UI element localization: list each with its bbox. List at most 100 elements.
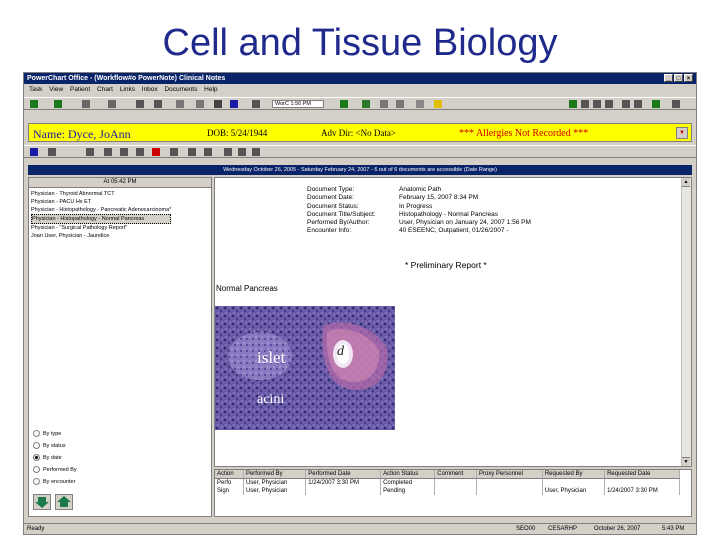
column-header[interactable]: Comment [434, 470, 477, 479]
chart-icon[interactable] [108, 100, 116, 108]
menu-patient[interactable]: Patient [70, 85, 90, 95]
column-header[interactable]: Requested By [542, 470, 606, 479]
modify-icon[interactable] [136, 148, 144, 156]
notes-toolbar [24, 145, 696, 158]
sort-label: By status [43, 443, 66, 449]
previous-document-button[interactable] [55, 494, 73, 510]
menu-help[interactable]: Help [204, 85, 217, 95]
back-icon[interactable] [30, 100, 38, 108]
meta-label: Encounter Info: [307, 227, 352, 235]
status-date: October 26, 2007 [594, 526, 641, 532]
document-list-item[interactable]: Physician - PACU Hx ET [31, 198, 171, 206]
new-document-icon[interactable] [86, 148, 94, 156]
minimize-button[interactable]: _ [664, 74, 673, 82]
sign-icon[interactable] [120, 148, 128, 156]
table-cell [434, 487, 477, 495]
column-header[interactable]: Action Status [380, 470, 436, 479]
globe-icon[interactable] [362, 100, 370, 108]
refresh-icon[interactable] [605, 100, 613, 108]
message-icon[interactable] [196, 100, 204, 108]
star-icon[interactable] [434, 100, 442, 108]
lab-icon[interactable] [652, 100, 660, 108]
exit-icon[interactable] [672, 100, 680, 108]
forward-document-icon[interactable] [104, 148, 112, 156]
menu-inbox[interactable]: Inbox [142, 85, 158, 95]
menu-chart[interactable]: Chart [97, 85, 113, 95]
document-list: Physician - Thyroid Abnormal TCT Physici… [31, 190, 172, 240]
menu-view[interactable]: View [49, 85, 63, 95]
print-note-icon[interactable] [204, 148, 212, 156]
table-cell: 1/24/2007 3:30 PM [604, 487, 680, 495]
document-list-item[interactable]: Physician - "Surgical Pathology Report" [31, 224, 171, 232]
delete-icon[interactable] [152, 148, 160, 156]
islet-label: islet [257, 348, 286, 367]
sort-by-type[interactable]: By type [33, 428, 77, 440]
note-icon[interactable] [188, 148, 196, 156]
mail-icon[interactable] [634, 100, 642, 108]
notes-icon[interactable] [380, 100, 388, 108]
document-icon[interactable] [230, 100, 238, 108]
printer-icon[interactable] [252, 100, 260, 108]
sort-by-date[interactable]: By date [33, 452, 77, 464]
tools-icon[interactable] [340, 100, 348, 108]
orders-icon[interactable] [396, 100, 404, 108]
preview-icon[interactable] [224, 148, 232, 156]
status-machine: CESARHP [548, 526, 578, 532]
help-icon[interactable] [593, 100, 601, 108]
date-range-bar: Wednesday October 26, 2005 - Saturday Fe… [28, 165, 692, 175]
column-header[interactable]: Proxy Personnel [476, 470, 543, 479]
list-icon[interactable] [581, 100, 589, 108]
banner-dropdown-button[interactable]: ▼ [676, 127, 688, 139]
table-row[interactable]: Perfo User, Physician 1/24/2007 3:30 PM … [215, 478, 680, 487]
new-note-icon[interactable] [622, 100, 630, 108]
close-button[interactable]: × [684, 74, 693, 82]
column-header[interactable]: Action [215, 470, 244, 479]
layout-icon[interactable] [48, 148, 56, 156]
sort-by-performed[interactable]: Performed By [33, 464, 77, 476]
document-list-item[interactable]: Joan User, Physician - Jaundice [31, 232, 171, 240]
document-list-item-selected[interactable]: Physician - Histopathology - Normal Panc… [31, 214, 172, 224]
meta-value: In Progress [399, 202, 433, 210]
inbox-icon[interactable] [176, 100, 184, 108]
document-metadata-labels: Document Type: Document Date: Document S… [307, 186, 376, 236]
arrow-down-icon [35, 497, 49, 508]
print-icon[interactable] [136, 100, 144, 108]
calendar-icon[interactable] [154, 100, 162, 108]
menu-links[interactable]: Links [120, 85, 135, 95]
table-cell: Completed [380, 478, 436, 487]
grid-icon[interactable] [214, 100, 222, 108]
actions-header-row: Action Performed By Performed Date Actio… [215, 470, 680, 479]
review-icon[interactable] [170, 148, 178, 156]
next-document-button[interactable] [33, 494, 51, 510]
document-list-item[interactable]: Physician - Histopathology - Pancreatic … [31, 206, 171, 214]
sort-by-status[interactable]: By status [33, 440, 77, 452]
table-cell: Perfo [215, 478, 244, 487]
sort-label: By type [43, 431, 62, 437]
results-icon[interactable] [416, 100, 424, 108]
duct-label: d [337, 344, 344, 359]
status-text: Ready [27, 526, 45, 532]
column-header[interactable]: Performed Date [305, 470, 382, 479]
document-scrollbar[interactable]: ▲ ▼ [681, 178, 691, 466]
menu-task[interactable]: Task [29, 85, 42, 95]
document-list-item[interactable]: Physician - Thyroid Abnormal TCT [31, 190, 171, 198]
patient-list-icon[interactable] [82, 100, 90, 108]
radio-icon [33, 466, 40, 474]
maximize-button[interactable]: □ [674, 74, 683, 82]
column-header[interactable]: Performed By [243, 470, 307, 479]
radio-selected-icon [33, 454, 40, 462]
sort-label: By date [43, 455, 62, 461]
column-header[interactable]: Requested Date [604, 470, 680, 479]
table-row[interactable]: Sign User, Physician Pending User, Physi… [215, 487, 680, 495]
save-icon[interactable] [252, 148, 260, 156]
scroll-down-icon[interactable]: ▼ [682, 457, 690, 466]
toolbar-status-text: WorC 1:56 PM [272, 100, 324, 108]
search-icon[interactable] [30, 148, 38, 156]
meta-label: Performed By/Author: [307, 219, 370, 227]
image-icon[interactable] [238, 148, 246, 156]
menu-documents[interactable]: Documents [164, 85, 197, 95]
view-icon[interactable] [569, 100, 577, 108]
sort-by-encounter[interactable]: By encounter [33, 476, 77, 488]
forward-icon[interactable] [54, 100, 62, 108]
scroll-up-icon[interactable]: ▲ [682, 178, 690, 187]
